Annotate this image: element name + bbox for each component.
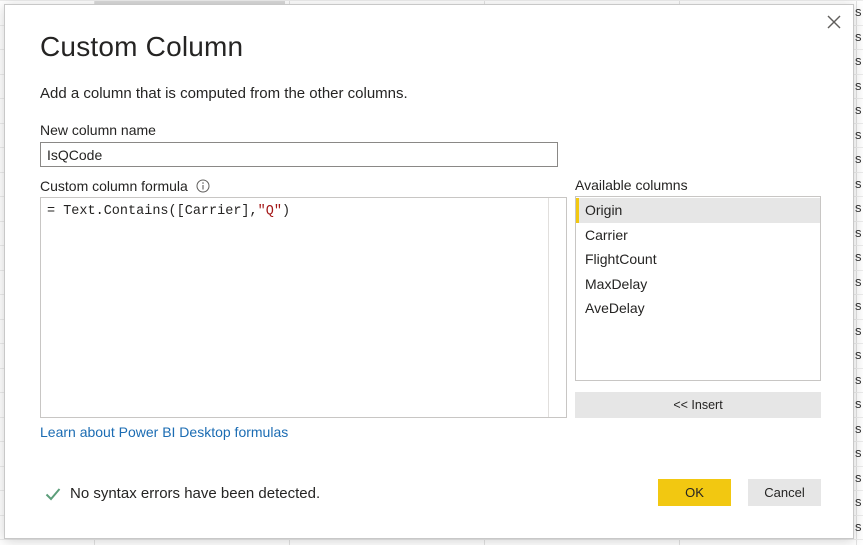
learn-formulas-link[interactable]: Learn about Power BI Desktop formulas (40, 424, 288, 440)
background-cell: s (855, 53, 862, 68)
formula-string-literal: "Q" (257, 204, 282, 219)
close-button[interactable] (823, 11, 845, 33)
app-window: ssssssssssssssssssssss Custom Column Add… (0, 0, 863, 545)
background-cell: s (855, 421, 862, 436)
background-cell: s (855, 225, 862, 240)
background-cell: s (855, 176, 862, 191)
background-cell: s (855, 127, 862, 142)
background-cell: s (855, 445, 862, 460)
background-cell: s (855, 347, 862, 362)
grid-line (0, 0, 863, 1)
available-columns-list[interactable]: Origin Carrier FlightCount MaxDelay AveD… (575, 196, 821, 381)
formula-text[interactable]: = Text.Contains([Carrier],"Q") (47, 204, 290, 219)
formula-prefix: = Text.Contains([Carrier], (47, 204, 258, 219)
info-icon[interactable] (196, 179, 210, 193)
background-right-cells: ssssssssssssssssssssss (855, 0, 863, 545)
insert-button[interactable]: << Insert (575, 392, 821, 418)
formula-editor[interactable]: = Text.Contains([Carrier],"Q") (40, 197, 567, 418)
available-columns-label: Available columns (575, 177, 688, 193)
background-cell: s (855, 102, 862, 117)
dialog-title: Custom Column (40, 31, 244, 62)
background-cell: s (855, 323, 862, 338)
syntax-status: No syntax errors have been detected. (45, 485, 320, 502)
cancel-button[interactable]: Cancel (748, 479, 821, 506)
syntax-status-text: No syntax errors have been detected. (70, 485, 321, 502)
background-cell: s (855, 470, 862, 485)
background-cell: s (855, 200, 862, 215)
background-cell: s (855, 4, 862, 19)
custom-column-formula-label: Custom column formula (40, 178, 210, 194)
background-cell: s (855, 372, 862, 387)
ok-button[interactable]: OK (658, 479, 731, 506)
formula-scrollbar[interactable] (548, 198, 566, 417)
background-cell: s (855, 298, 862, 313)
background-cell: s (855, 519, 862, 534)
custom-column-dialog: Custom Column Add a column that is compu… (4, 4, 854, 539)
new-column-name-label: New column name (40, 122, 156, 138)
background-cell: s (855, 151, 862, 166)
available-column-item[interactable]: Origin (576, 198, 820, 223)
available-column-item[interactable]: MaxDelay (576, 272, 820, 297)
background-cell: s (855, 78, 862, 93)
new-column-name-input[interactable] (40, 142, 558, 167)
background-cell: s (855, 29, 862, 44)
formula-suffix: ) (281, 204, 291, 219)
available-column-item[interactable]: AveDelay (576, 296, 820, 321)
dialog-subtitle: Add a column that is computed from the o… (40, 85, 408, 102)
check-icon (45, 487, 61, 501)
available-column-item[interactable]: Carrier (576, 223, 820, 248)
formula-label-text: Custom column formula (40, 178, 188, 194)
background-cell: s (855, 396, 862, 411)
background-cell: s (855, 494, 862, 509)
close-icon (827, 15, 841, 29)
available-column-item[interactable]: FlightCount (576, 247, 820, 272)
grid-line (0, 539, 863, 540)
background-cell: s (855, 249, 862, 264)
background-cell: s (855, 274, 862, 289)
